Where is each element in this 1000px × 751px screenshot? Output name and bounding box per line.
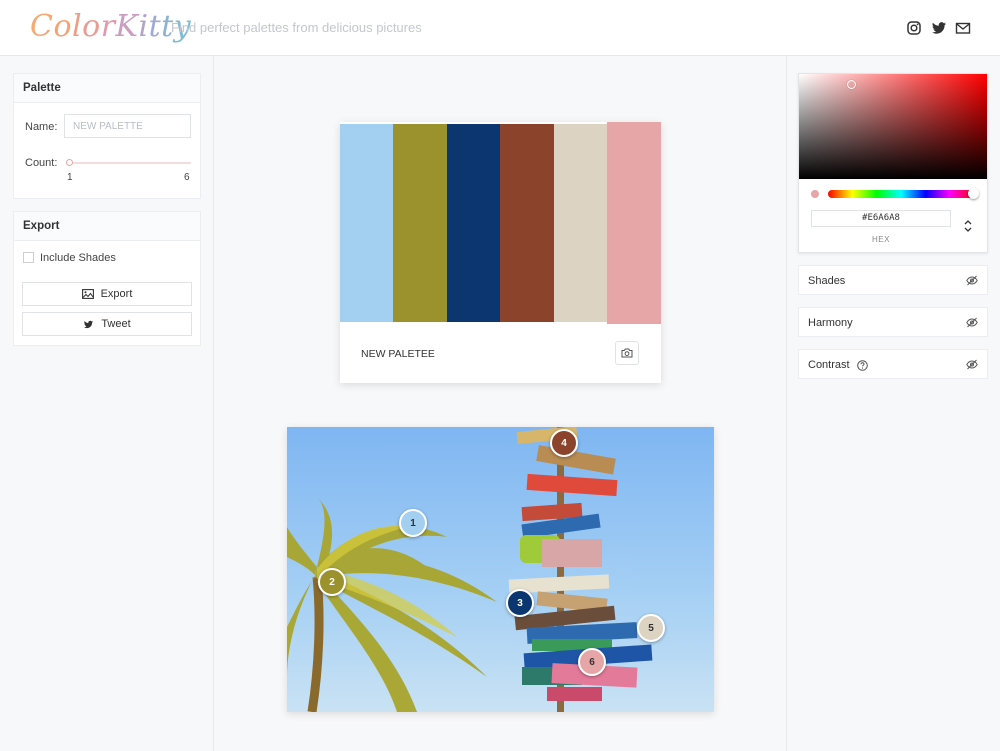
palette-swatch[interactable] [554,124,607,322]
eye-off-icon[interactable] [966,317,978,328]
saturation-cursor[interactable] [847,80,856,89]
hue-slider[interactable] [828,190,974,198]
hue-slider-handle[interactable] [968,188,979,199]
color-marker[interactable]: 1 [399,509,427,537]
logo-letter: l [72,9,83,44]
contrast-section[interactable]: Contrast [798,349,988,379]
logo-letter: K [115,9,139,44]
tweet-button-label: Tweet [101,318,131,330]
palette-swatch[interactable] [447,124,500,322]
current-color-dot [811,190,819,198]
contrast-section-label: Contrast [808,359,850,371]
include-shades-label: Include Shades [40,252,116,264]
palette-swatch[interactable] [340,124,393,322]
color-marker[interactable]: 6 [578,648,606,676]
name-label: Name: [25,121,58,133]
export-panel-title: Export [14,212,200,241]
color-marker-number: 6 [589,656,595,668]
harmony-section-label: Harmony [808,317,853,329]
logo-letter: C [30,9,54,44]
colorkitty-logo[interactable]: ColorKitty [30,9,191,44]
saturation-value-area[interactable] [799,74,987,179]
app-header: ColorKitty Find perfect palettes from de… [0,0,1000,56]
palette-name-input[interactable]: NEW PALETTE [64,114,191,138]
photo-canvas [287,427,714,712]
color-marker[interactable]: 4 [550,429,578,457]
palette-panel-title: Palette [14,74,200,103]
instagram-icon[interactable] [906,20,922,36]
source-photo[interactable]: 1 2 3 4 5 6 [287,427,714,712]
color-marker-number: 1 [410,517,416,529]
eye-off-icon[interactable] [966,275,978,286]
hex-input[interactable]: #E6A6A8 [811,210,951,227]
export-button[interactable]: Export [22,282,192,306]
palette-swatch[interactable] [500,124,554,322]
logo-letter: i [138,9,149,44]
include-shades-checkbox[interactable] [23,252,34,263]
shades-section[interactable]: Shades [798,265,988,295]
palette-panel: Palette Name: NEW PALETTE Count: 1 6 [13,73,201,199]
logo-letter: o [53,9,73,44]
count-min-label: 1 [67,172,73,183]
color-marker[interactable]: 2 [318,568,346,596]
image-icon [81,289,94,299]
count-label: Count: [25,157,58,169]
color-marker-number: 2 [329,576,335,588]
palette-preview-card: NEW PALETEE [340,122,661,383]
shades-section-label: Shades [808,275,846,287]
color-marker[interactable]: 3 [506,589,534,617]
twitter-icon [84,320,94,328]
count-slider-track[interactable] [69,162,191,164]
export-button-label: Export [100,288,133,300]
harmony-section[interactable]: Harmony [798,307,988,337]
color-marker-number: 5 [648,622,654,634]
camera-icon [621,348,633,358]
tweet-button[interactable]: Tweet [22,312,192,336]
color-marker[interactable]: 5 [637,614,665,642]
color-picker: #E6A6A8 HEX [798,73,988,253]
mail-icon[interactable] [955,20,971,36]
palette-swatch[interactable] [393,124,447,322]
logo-letter: o [82,9,101,44]
palette-name: NEW PALETEE [361,348,435,360]
count-max-label: 6 [184,172,190,183]
snapshot-button[interactable] [615,341,639,365]
export-panel: Export Include Shades Export Tweet [13,211,201,346]
color-marker-number: 4 [561,437,567,449]
palette-swatch-selected[interactable] [607,122,661,324]
format-toggle-icon[interactable] [964,219,972,233]
color-marker-number: 3 [517,597,523,609]
color-format-label: HEX [872,235,890,244]
count-slider-handle[interactable] [66,159,73,166]
tagline: Find perfect palettes from delicious pic… [171,20,422,35]
twitter-icon[interactable] [931,20,947,36]
logo-letter: t [148,9,162,44]
help-icon[interactable] [857,360,868,371]
logo-letter: r [100,9,116,44]
eye-off-icon[interactable] [966,359,978,370]
